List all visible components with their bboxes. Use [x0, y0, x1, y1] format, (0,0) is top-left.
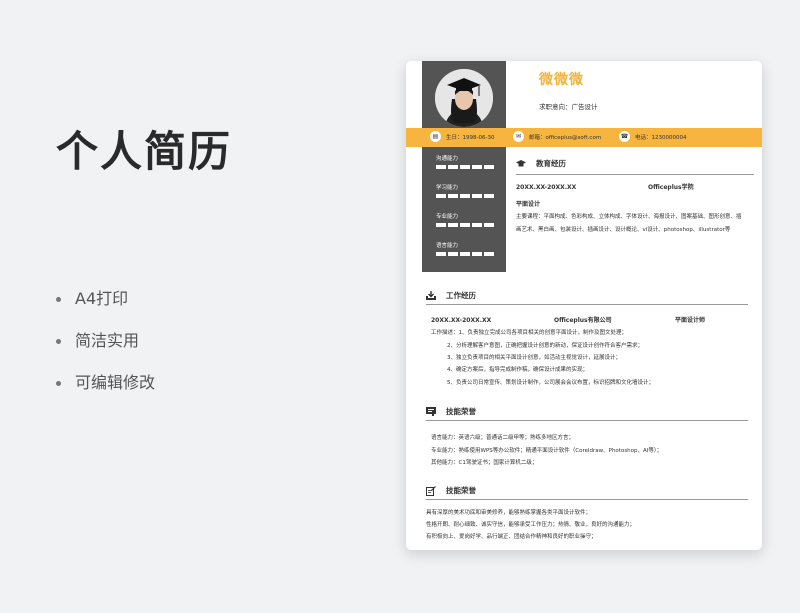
self-eval-heading: 技能荣誉 — [426, 485, 476, 496]
skill-level-bar — [436, 252, 506, 256]
section-title: 技能荣誉 — [446, 486, 476, 495]
skill-item: 沟通能力 — [436, 153, 506, 182]
skill-list: 沟通能力 学习能力 专业能力 语言能力 — [436, 153, 506, 269]
job-objective: 求职意向：广告设计 — [539, 103, 598, 111]
skills-line: 其他能力：C1驾驶证书；国家计算机二级； — [431, 460, 538, 466]
work-company: Officeplus有限公司 — [554, 317, 612, 324]
edu-major: 平面设计 — [516, 201, 541, 208]
work-heading: 工作经历 — [426, 290, 476, 301]
bullet-dot — [56, 381, 61, 386]
section-divider — [426, 420, 748, 421]
avatar — [435, 69, 493, 127]
education-heading: 教育经历 — [516, 158, 566, 169]
work-line: 3、独立负责项目的相关平面设计创意，如活动主视觉设计，延展设计； — [447, 355, 622, 361]
list-item: 简洁实用 — [56, 330, 155, 372]
skill-item: 专业能力 — [436, 211, 506, 240]
calendar-icon: ▤ — [430, 131, 441, 142]
edit-note-icon — [426, 485, 436, 496]
mail-icon: ✉ — [513, 131, 524, 142]
skill-level-bar — [436, 223, 506, 227]
work-line: 工作描述：1、负责独立完成公司各项目相关的创意平面设计，制作及图文处理； — [431, 330, 628, 336]
list-item: 可编辑修改 — [56, 372, 155, 414]
contact-email: ✉ 邮箱：officeplus@soft.com — [513, 131, 601, 142]
phone-text: 电话：1230000004 — [635, 134, 687, 141]
contact-bar: ▤ 生日：1998-06-30 ✉ 邮箱：officeplus@soft.com… — [406, 128, 762, 147]
resume-name: 微微微 — [539, 72, 584, 88]
self-eval-line: 性格开朗、耐心细致、诚实守信，能够承受工作压力；热情、敬业，良好的沟通能力； — [426, 522, 636, 528]
skills-line: 专业能力：熟练使用WPS等办公软件；精通平面设计软件（Coreldraw、Pho… — [431, 448, 663, 454]
edu-courses-line: 主要课程：平面构成、色彩构成、立体构成、字体设计、海报设计、图案基础、图形创意、… — [516, 214, 742, 220]
feature-label: 可编辑修改 — [75, 373, 156, 392]
phone-icon: ☎ — [619, 131, 630, 142]
graduation-cap-icon — [516, 159, 526, 168]
work-position: 平面设计师 — [675, 317, 706, 324]
skill-label: 沟通能力 — [436, 156, 459, 162]
skill-label: 语言能力 — [436, 243, 459, 249]
skill-level-bar — [436, 165, 506, 169]
skills-line: 语言能力：英语六级；普通话二级甲等；熟练多地区方言； — [431, 435, 575, 441]
section-divider — [426, 499, 748, 500]
certificate-icon — [426, 407, 436, 416]
self-eval-line: 具有深厚的美术功底和审美修养，能够熟练掌握各类平面设计软件； — [426, 510, 592, 516]
feature-list: A4打印 简洁实用 可编辑修改 — [56, 288, 155, 414]
contact-phone: ☎ 电话：1230000004 — [619, 131, 687, 142]
bullet-dot — [56, 297, 61, 302]
feature-label: 简洁实用 — [75, 331, 140, 350]
work-line: 4、确定方案后，指导完成制作稿，确保设计成果的实现； — [447, 367, 589, 373]
section-title: 技能荣誉 — [446, 407, 476, 416]
bullet-dot — [56, 339, 61, 344]
resume-preview: 微微微 求职意向：广告设计 ▤ 生日：1998-06-30 ✉ 邮箱：offic… — [406, 61, 762, 550]
page-title: 个人简历 — [56, 127, 233, 176]
contact-birthday: ▤ 生日：1998-06-30 — [430, 131, 494, 142]
email-text: 邮箱：officeplus@soft.com — [529, 134, 602, 141]
self-eval-line: 有积极向上、爱岗好学、品行端正、团结合作精神和良好的职业操守； — [426, 534, 597, 540]
work-date: 20XX.XX-20XX.XX — [431, 317, 492, 324]
edu-date: 20XX.XX-20XX.XX — [516, 184, 577, 191]
section-title: 工作经历 — [446, 291, 476, 300]
skill-level-bar — [436, 194, 506, 198]
edu-school: Officeplus学院 — [648, 184, 694, 191]
download-tray-icon — [426, 291, 436, 300]
work-line: 5、负责公司日常宣传、策划设计制作，公司展会会议布置，标识招牌和文化墙设计； — [447, 380, 655, 386]
skills-heading: 技能荣誉 — [426, 406, 476, 417]
section-divider — [426, 304, 748, 305]
edu-courses-line: 画艺术、黑白画、包装设计、插画设计、设计概论、vi设计、photoshop、il… — [516, 227, 731, 233]
section-title: 教育经历 — [536, 159, 566, 168]
work-line: 2、分析理解客户意图，正确把握设计创意的新动，保证设计创作符合客户需求； — [447, 343, 644, 349]
feature-label: A4打印 — [75, 289, 129, 308]
birthday-text: 生日：1998-06-30 — [446, 134, 495, 141]
section-divider — [516, 174, 754, 175]
list-item: A4打印 — [56, 288, 155, 330]
skill-label: 学习能力 — [436, 185, 459, 191]
skill-item: 学习能力 — [436, 182, 506, 211]
skill-item: 语言能力 — [436, 240, 506, 269]
skill-label: 专业能力 — [436, 214, 459, 220]
